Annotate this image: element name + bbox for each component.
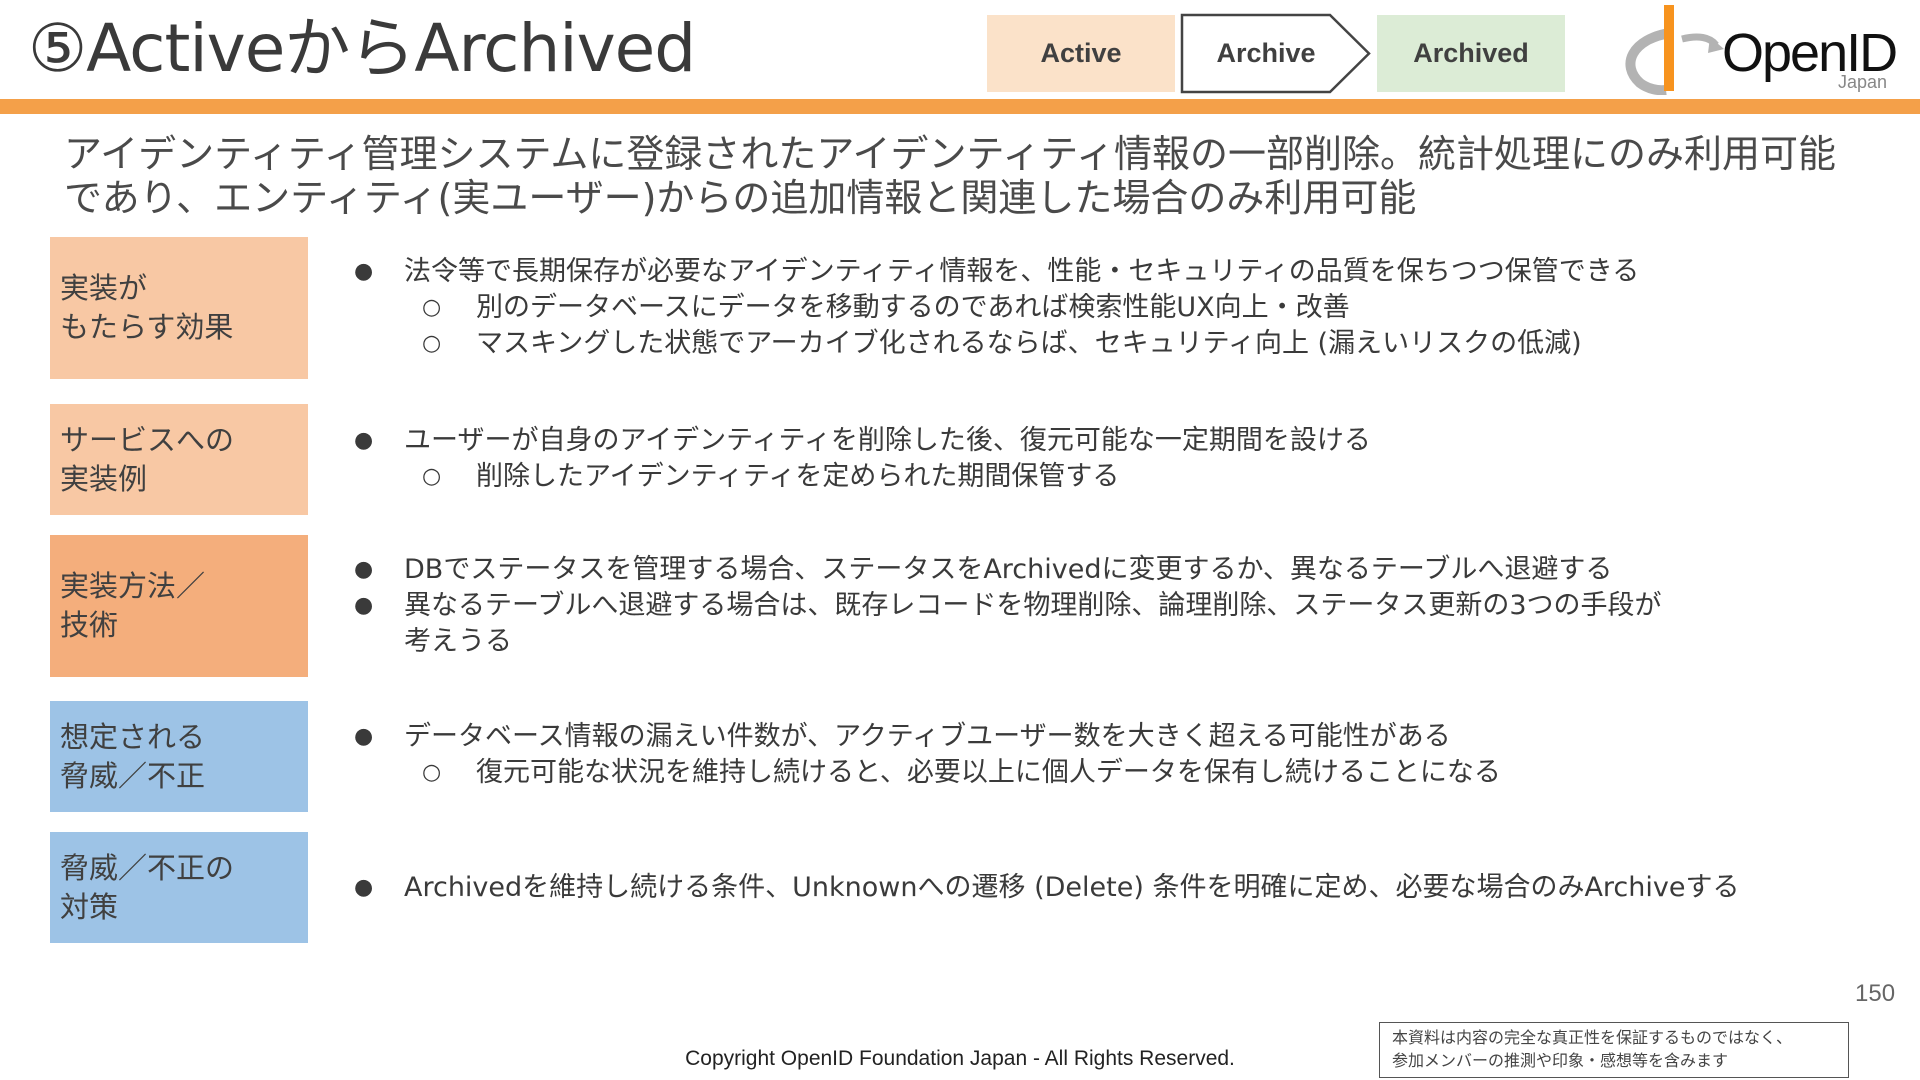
row-label-effects: 実装が もたらす効果 bbox=[50, 237, 308, 379]
bullet-text: ユーザーが自身のアイデンティティを削除した後、復元可能な一定期間を設ける bbox=[404, 425, 1371, 456]
slide-summary: アイデンティティ管理システムに登録されたアイデンティティ情報の一部削除。統計処理… bbox=[64, 132, 1836, 220]
bullet-dot-icon: ● bbox=[354, 875, 374, 900]
bullet-item: ● DBでステータスを管理する場合、ステータスをArchivedに変更するか、異な… bbox=[350, 552, 1830, 588]
row-label-line: サービスへの bbox=[60, 422, 235, 457]
bullet-text: DBでステータスを管理する場合、ステータスをArchivedに変更するか、異なる… bbox=[404, 554, 1613, 585]
row-label-line: 脅威／不正の bbox=[60, 850, 235, 885]
sub-bullet-item: ○ 別のデータベースにデータを移動するのであれば検索性能UX向上・改善 bbox=[350, 290, 1830, 326]
row-label-line: 実装が bbox=[60, 271, 148, 305]
row-label-line: 技術 bbox=[60, 608, 119, 642]
row-content-service-example: ● ユーザーが自身のアイデンティティを削除した後、復元可能な一定期間を設ける ○ 削… bbox=[350, 423, 1830, 495]
stage-archived: Archived bbox=[1377, 15, 1565, 92]
row-content-effects: ● 法令等で長期保存が必要なアイデンティティ情報を、性能・セキュリティの品質を保ち… bbox=[350, 254, 1830, 362]
bullet-circle-icon: ○ bbox=[422, 760, 442, 785]
bullet-circle-icon: ○ bbox=[422, 295, 442, 320]
bullet-text: 復元可能な状況を維持し続けると、必要以上に個人データを保有し続けることになる bbox=[476, 757, 1501, 788]
sub-bullet-item: ○ 復元可能な状況を維持し続けると、必要以上に個人データを保有し続けることになる bbox=[350, 755, 1830, 791]
row-label-service-example: サービスへの 実装例 bbox=[50, 404, 308, 515]
stage-archive: Archive bbox=[1216, 38, 1316, 68]
row-content-threats: ● データベース情報の漏えい件数が、アクティブユーザー数を大きく超える可能性がある… bbox=[350, 719, 1830, 791]
stage-active: Active bbox=[987, 15, 1175, 92]
bullet-circle-icon: ○ bbox=[422, 464, 442, 489]
bullet-circle-icon: ○ bbox=[422, 331, 442, 356]
row-label-line: 対策 bbox=[60, 889, 119, 924]
bullet-text: マスキングした状態でアーカイブ化されるならば、セキュリティ向上 (漏えいリスクの… bbox=[476, 328, 1582, 359]
sub-bullet-item: ○ 削除したアイデンティティを定められた期間保管する bbox=[350, 459, 1830, 495]
bullet-dot-icon: ● bbox=[354, 593, 374, 618]
page-number: 150 bbox=[1855, 980, 1896, 1007]
row-content-implementation: ● DBでステータスを管理する場合、ステータスをArchivedに変更するか、異な… bbox=[350, 552, 1830, 660]
row-label-line: 脅威／不正 bbox=[60, 758, 206, 793]
bullet-item: ● Archivedを維持し続ける条件、Unknownへの遷移 (Delete) … bbox=[350, 870, 1830, 906]
row-label-line: 実装例 bbox=[60, 461, 148, 496]
copyright-footer: Copyright OpenID Foundation Japan - All … bbox=[685, 1047, 1235, 1070]
sub-bullet-item: ○ マスキングした状態でアーカイブ化されるならば、セキュリティ向上 (漏えいリスク… bbox=[350, 326, 1830, 362]
slide-title: ⑤ActiveからArchived bbox=[28, 10, 696, 87]
row-label-line: 実装方法／ bbox=[60, 569, 206, 603]
bullet-dot-icon: ● bbox=[354, 428, 374, 453]
bullet-text: 法令等で長期保存が必要なアイデンティティ情報を、性能・セキュリティの品質を保ちつ… bbox=[404, 256, 1640, 287]
bullet-text: データベース情報の漏えい件数が、アクティブユーザー数を大きく超える可能性がある bbox=[404, 721, 1451, 752]
row-content-countermeasures: ● Archivedを維持し続ける条件、Unknownへの遷移 (Delete) … bbox=[350, 870, 1830, 906]
logo-subtext: Japan bbox=[1838, 72, 1888, 92]
row-label-threats: 想定される 脅威／不正 bbox=[50, 701, 308, 812]
bullet-dot-icon: ● bbox=[354, 259, 374, 284]
header-divider bbox=[0, 99, 1920, 114]
bullet-item: ● データベース情報の漏えい件数が、アクティブユーザー数を大きく超える可能性がある bbox=[350, 719, 1830, 755]
bullet-dot-icon: ● bbox=[354, 724, 374, 749]
row-label-countermeasures: 脅威／不正の 対策 bbox=[50, 832, 308, 943]
row-label-line: もたらす効果 bbox=[60, 310, 234, 344]
bullet-text: 別のデータベースにデータを移動するのであれば検索性能UX向上・改善 bbox=[476, 292, 1350, 323]
bullet-item: ● ユーザーが自身のアイデンティティを削除した後、復元可能な一定期間を設ける bbox=[350, 423, 1830, 459]
bullet-text: 異なるテーブルへ退避する場合は、既存レコードを物理削除、論理削除、ステータス更新… bbox=[404, 590, 1662, 657]
bullet-item: ● 法令等で長期保存が必要なアイデンティティ情報を、性能・セキュリティの品質を保ち… bbox=[350, 254, 1830, 290]
bullet-item: ● 異なるテーブルへ退避する場合は、既存レコードを物理削除、論理削除、ステータス更… bbox=[350, 588, 1830, 660]
row-label-line: 想定される bbox=[60, 719, 206, 754]
bullet-dot-icon: ● bbox=[354, 557, 374, 582]
bullet-text: Archivedを維持し続ける条件、Unknownへの遷移 (Delete) 条… bbox=[404, 872, 1740, 903]
row-label-implementation: 実装方法／ 技術 bbox=[50, 535, 308, 677]
bullet-text: 削除したアイデンティティを定められた期間保管する bbox=[476, 461, 1120, 492]
